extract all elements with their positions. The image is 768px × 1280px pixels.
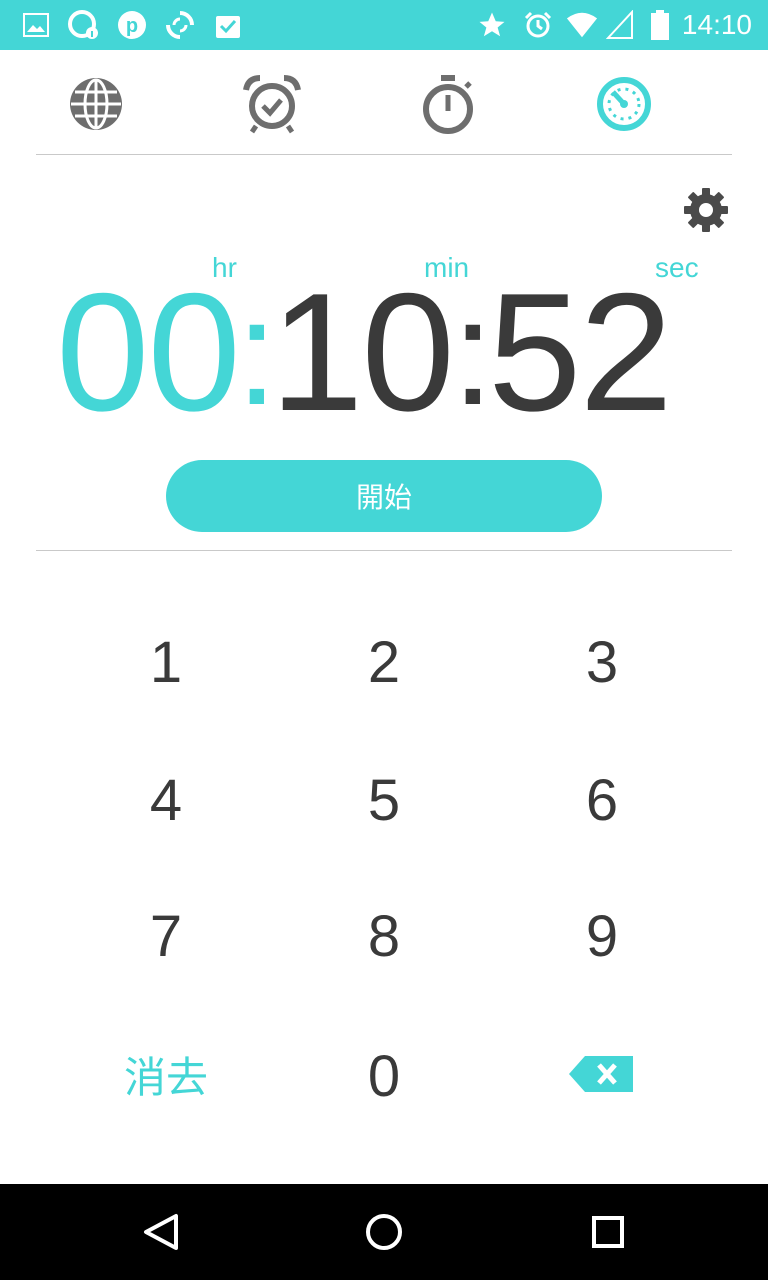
home-button[interactable] xyxy=(360,1208,408,1256)
svg-text:p: p xyxy=(126,15,138,37)
start-button[interactable]: 開始 xyxy=(166,460,602,532)
gallery-icon xyxy=(20,9,52,41)
key-6[interactable]: 6 xyxy=(522,750,682,850)
battery-icon xyxy=(644,9,676,41)
back-button[interactable] xyxy=(136,1208,184,1256)
navigation-bar xyxy=(0,1184,768,1280)
key-2[interactable]: 2 xyxy=(304,612,464,712)
tab-bar xyxy=(0,50,768,154)
clear-button[interactable]: 消去 xyxy=(86,1024,246,1124)
keypad-divider xyxy=(36,550,732,551)
key-1[interactable]: 1 xyxy=(86,612,246,712)
sync-app-icon xyxy=(164,9,196,41)
globe-icon xyxy=(70,78,122,130)
key-3[interactable]: 3 xyxy=(522,612,682,712)
status-bar: p 14:10 xyxy=(0,0,768,50)
timer-minutes[interactable]: 10 xyxy=(270,262,455,442)
gear-icon xyxy=(684,188,728,232)
info-app-icon xyxy=(68,9,100,41)
recents-button[interactable] xyxy=(584,1208,632,1256)
star-icon xyxy=(476,9,508,41)
alarm-icon xyxy=(522,9,554,41)
pinterest-icon: p xyxy=(116,9,148,41)
timer-hours[interactable]: 00 xyxy=(56,262,241,442)
key-8[interactable]: 8 xyxy=(304,886,464,986)
tab-alarm[interactable] xyxy=(240,72,304,136)
key-5[interactable]: 5 xyxy=(304,750,464,850)
timer-seconds[interactable]: 52 xyxy=(488,262,673,442)
key-9[interactable]: 9 xyxy=(522,886,682,986)
back-triangle-icon xyxy=(144,1214,178,1250)
tab-timer[interactable] xyxy=(592,72,656,136)
timer-icon xyxy=(597,77,651,131)
clipboard-check-icon xyxy=(212,9,244,41)
tab-stopwatch[interactable] xyxy=(416,72,480,136)
recents-square-icon xyxy=(592,1216,624,1248)
stopwatch-icon xyxy=(423,75,473,134)
signal-icon xyxy=(604,9,636,41)
tab-divider xyxy=(36,154,732,155)
wifi-icon xyxy=(566,9,598,41)
settings-button[interactable] xyxy=(680,184,732,236)
tab-world-clock[interactable] xyxy=(64,72,128,136)
status-time: 14:10 xyxy=(681,9,752,40)
backspace-button[interactable] xyxy=(522,1024,682,1124)
home-circle-icon xyxy=(366,1214,402,1250)
backspace-icon xyxy=(569,1056,633,1092)
key-4[interactable]: 4 xyxy=(86,750,246,850)
key-7[interactable]: 7 xyxy=(86,886,246,986)
alarm-clock-icon xyxy=(243,75,301,134)
key-0[interactable]: 0 xyxy=(304,1026,464,1126)
